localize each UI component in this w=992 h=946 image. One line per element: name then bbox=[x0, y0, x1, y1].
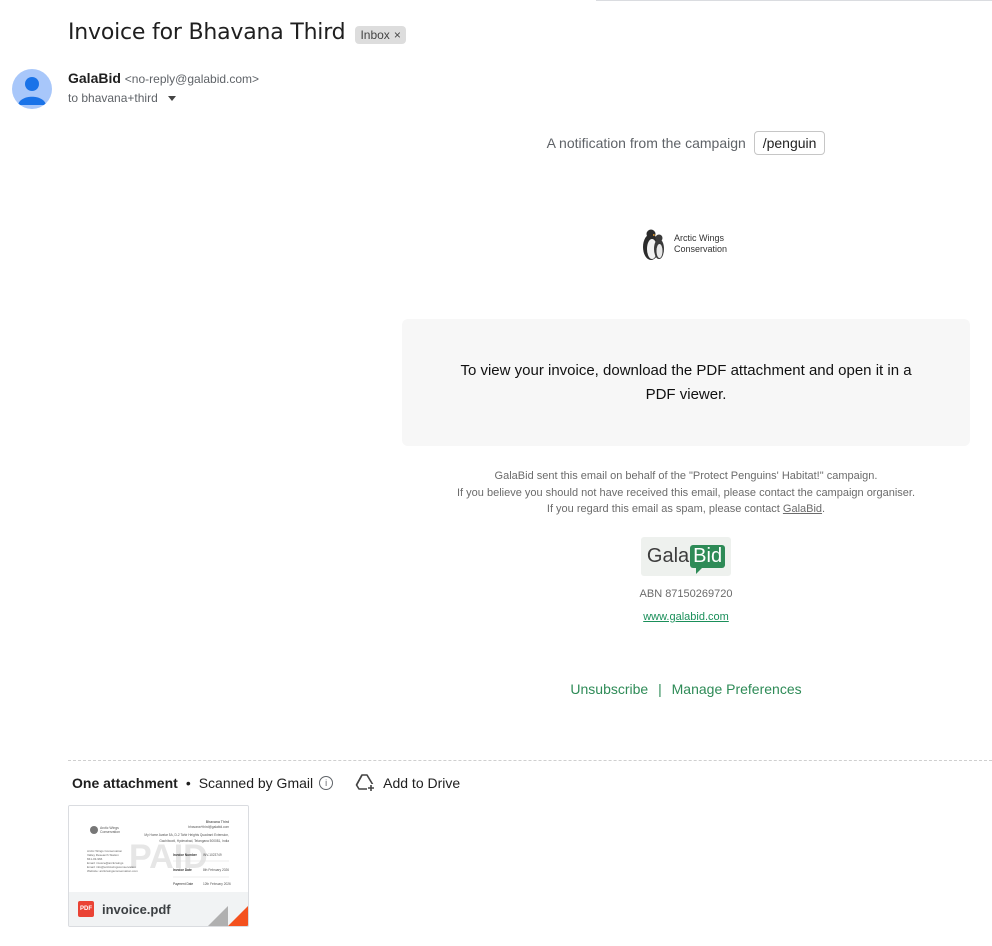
recipient-text: to bhavana+third bbox=[68, 91, 158, 105]
person-icon bbox=[18, 77, 46, 105]
galabid-logo-bid: Bid bbox=[690, 545, 726, 574]
top-divider bbox=[596, 0, 992, 1]
galabid-contact-link[interactable]: GalaBid bbox=[783, 503, 822, 515]
scanned-by-gmail: Scanned by Gmail bbox=[198, 775, 314, 791]
penguin-logo-icon bbox=[643, 229, 664, 260]
add-to-drive-button[interactable]: Add to Drive bbox=[355, 774, 460, 792]
attachment-card[interactable]: PAID Arctic Wings Conservation Bhavana T… bbox=[68, 805, 249, 927]
footer-line-3-text: If you regard this email as spam, please… bbox=[546, 503, 780, 515]
footer-line-3: If you regard this email as spam, please… bbox=[402, 501, 970, 518]
inbox-label-text: Inbox bbox=[360, 27, 390, 42]
paid-stamp: PAID bbox=[129, 838, 208, 876]
recipient-line: to bhavana+third bbox=[68, 91, 176, 105]
footer-line-3-suffix: . bbox=[822, 503, 826, 515]
page-fold-corner bbox=[228, 906, 248, 926]
sender-email: <no-reply@galabid.com> bbox=[124, 72, 260, 86]
sender-line: GalaBid <no-reply@galabid.com> bbox=[68, 70, 259, 86]
info-icon[interactable]: i bbox=[319, 776, 334, 790]
preview-date-value: 8th February 2026 bbox=[203, 868, 229, 872]
preview-date-label: Invoice Date bbox=[173, 868, 192, 872]
invoice-instructions-box: To view your invoice, download the PDF a… bbox=[402, 319, 970, 446]
preview-invoice-label: Invoice Number bbox=[173, 853, 198, 857]
separator-dot: • bbox=[185, 775, 191, 791]
org-name-line2: Conservation bbox=[674, 244, 728, 254]
invoice-instructions-text: To view your invoice, download the PDF a… bbox=[460, 361, 912, 403]
campaign-slug-chip: /penguin bbox=[753, 131, 826, 155]
galabid-logo-gala: Gala bbox=[646, 545, 690, 567]
org-name-line1: Arctic Wings bbox=[674, 233, 725, 243]
page-fold-shadow bbox=[208, 906, 228, 926]
preview-address1: My Home Avatar 5A, D-2 Tahir Heights Qua… bbox=[144, 833, 229, 837]
inbox-label-chip[interactable]: Inbox × bbox=[355, 25, 406, 44]
attachment-preview: PAID Arctic Wings Conservation Bhavana T… bbox=[69, 806, 248, 891]
notification-text: A notification from the campaign bbox=[546, 135, 746, 151]
footer-line-1: GalaBid sent this email on behalf of the… bbox=[494, 470, 878, 482]
preview-address2: Gachibowli, Hyderabad, Telangana 500081,… bbox=[159, 839, 229, 843]
preview-org-detail-6: Website: arcticwingsconservation.com bbox=[87, 869, 138, 873]
preview-invoice-value: INV-1023749 bbox=[203, 853, 222, 857]
subject-row: Invoice for Bhavana Third Inbox × bbox=[68, 20, 406, 45]
organization-name: Arctic Wings Conservation bbox=[674, 233, 727, 255]
show-details-dropdown-icon[interactable] bbox=[167, 95, 176, 101]
attachments-divider bbox=[68, 760, 992, 761]
link-separator: | bbox=[658, 681, 662, 697]
preview-name: Bhavana Third bbox=[206, 820, 229, 824]
footer-line-2: If you believe you should not have recei… bbox=[457, 486, 915, 499]
preview-email: bhavana+third@galabid.com bbox=[188, 825, 229, 829]
preferences-links: Unsubscribe | Manage Preferences bbox=[402, 681, 970, 697]
attachments-header: One attachment • Scanned by Gmail i Add … bbox=[72, 774, 460, 792]
preview-due-value: 12th February 2026 bbox=[203, 882, 231, 886]
campaign-notification: A notification from the campaign /pengui… bbox=[402, 131, 970, 155]
website-row: www.galabid.com bbox=[402, 611, 970, 623]
drive-add-icon bbox=[355, 774, 376, 792]
sender-avatar[interactable] bbox=[12, 69, 52, 109]
add-to-drive-label: Add to Drive bbox=[383, 775, 461, 791]
subject-title: Invoice for Bhavana Third bbox=[68, 20, 346, 45]
pdf-preview-thumbnail: PAID Arctic Wings Conservation Bhavana T… bbox=[87, 820, 231, 886]
sender-name[interactable]: GalaBid bbox=[68, 70, 121, 86]
abn-number: ABN 87150269720 bbox=[639, 588, 733, 600]
unsubscribe-link[interactable]: Unsubscribe bbox=[570, 681, 648, 697]
organization-logo: Arctic Wings Conservation bbox=[640, 227, 727, 261]
preview-due-label: Payment Date bbox=[173, 882, 193, 886]
manage-preferences-link[interactable]: Manage Preferences bbox=[672, 681, 802, 697]
pdf-icon: PDF bbox=[78, 901, 94, 917]
preview-org-line2: Conservation bbox=[100, 830, 120, 834]
galabid-logo[interactable]: Gala Bid bbox=[641, 537, 731, 576]
attachment-filename: invoice.pdf bbox=[102, 901, 171, 917]
attachment-count: One attachment bbox=[72, 775, 178, 791]
remove-label-icon[interactable]: × bbox=[394, 28, 401, 42]
website-link[interactable]: www.galabid.com bbox=[643, 611, 729, 623]
email-footer: GalaBid sent this email on behalf of the… bbox=[402, 468, 970, 518]
